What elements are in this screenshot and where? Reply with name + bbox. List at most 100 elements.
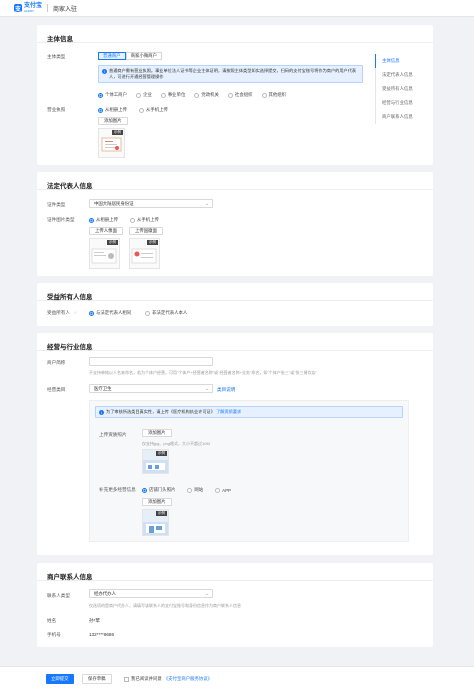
radio-dot (160, 92, 166, 98)
radio-website[interactable]: 网站 (187, 487, 203, 493)
contact-type-hint: 仅选项的是商户代办人，请填写该联系人的支付宝账号和身份信息作为商户联系人信息 (89, 603, 241, 608)
extra-info-label: 补充更多经营信息 (99, 487, 136, 492)
business-title: 经营与行业信息 (37, 333, 433, 351)
help-icon[interactable]: ○ (74, 310, 77, 315)
subject-card: 主体信息 主体类型 普通商户 商家小微商户 ! 普通商户需有营业执照。事业单位法… (37, 25, 433, 165)
radio-label: 从相册上传 (96, 217, 118, 222)
contact-title: 商户联系人信息 (37, 563, 433, 581)
radio-phone-upload[interactable]: 从手机上传 (129, 217, 159, 223)
radio-label: 非法定代表人本人 (152, 310, 188, 315)
tab-regular-merchant[interactable]: 普通商户 (98, 52, 126, 60)
section-nav: 主体信息 法定代表人信息 受益所有人信息 经营与行业信息 商户联系人信息 (375, 54, 413, 124)
top-bar: 支 支付宝 ALIPAY 商家入驻 (0, 0, 474, 17)
nav-contact-info[interactable]: 商户联系人信息 (375, 110, 413, 124)
contact-type-label: 联系人类型 (47, 593, 70, 598)
agreement-link[interactable]: 《支付宝商户服务协议》 (164, 676, 212, 682)
radio-dot (129, 217, 135, 223)
photo-source-radios: 从相册上传 从手机上传 (89, 217, 159, 223)
radio-social-org[interactable]: 社会组织 (227, 92, 253, 98)
short-name-input[interactable] (89, 357, 213, 366)
nav-legal-rep-info[interactable]: 法定代表人信息 (375, 68, 413, 82)
radio-not-legal-rep[interactable]: 非法定代表人本人 (145, 310, 187, 316)
sample-tag: 示例 (106, 240, 118, 245)
radio-storefront-photo[interactable]: 店铺门头照片 (142, 487, 175, 493)
add-license-image-button[interactable]: 添加图片 (98, 117, 128, 125)
save-draft-button[interactable]: 保存草稿 (82, 674, 112, 684)
category-help-link[interactable]: 类目说明 (217, 387, 235, 393)
radio-dot (135, 92, 141, 98)
extra-info-radios: 店铺门头照片 网站 APP (142, 487, 231, 493)
tab-small-merchant[interactable]: 商家小微商户 (125, 52, 162, 60)
sample-tag: 示例 (155, 511, 167, 516)
chevron-down-icon: ⌄ (204, 591, 209, 597)
contact-type-value: 经办代办人 (94, 590, 116, 596)
radio-dot (227, 92, 233, 98)
subject-notice: ! 普通商户需有营业执照。事业单位法人证书等企业主体证明，请按照主体类型如实选择… (98, 65, 363, 83)
agreement-prefix: 我已阅读并同意 (131, 676, 162, 681)
radio-dot (142, 487, 147, 493)
contact-name-label: 姓名 (47, 618, 57, 623)
divider (47, 4, 49, 12)
radio-label: 事业单位 (167, 92, 186, 97)
beneficiary-title: 受益所有人信息 (37, 283, 433, 301)
legal-rep-card: 法定代表人信息 证件类型 中国大陆居民身份证 ⌄ 证件图片类型 从相册上传 从手… (37, 172, 433, 276)
nav-business-info[interactable]: 经营与行业信息 (375, 96, 413, 110)
radio-label: 其他组织 (268, 92, 287, 97)
subject-title: 主体信息 (37, 25, 433, 43)
page-title: 商家入驻 (53, 6, 78, 13)
qualification-sample-image: 示例 (142, 449, 169, 474)
radio-label: 社会组织 (234, 92, 253, 97)
contact-type-select[interactable]: 经办代办人 ⌄ (89, 589, 213, 598)
nav-subject-info[interactable]: 主体信息 (375, 54, 413, 68)
logo-sub: ALIPAY (24, 9, 35, 13)
radio-app[interactable]: APP (215, 487, 231, 493)
radio-label: 企业 (142, 92, 152, 97)
radio-dot (194, 92, 200, 98)
checkbox-box (124, 676, 129, 682)
add-storefront-image-button[interactable]: 添加图片 (142, 498, 172, 506)
radio-album-upload[interactable]: 从相册上传 (98, 107, 127, 113)
chevron-down-icon: ⌄ (204, 201, 209, 207)
radio-public-institution[interactable]: 事业单位 (160, 92, 186, 98)
contact-name-value: 孙*苹 (89, 618, 100, 623)
alipay-logo-icon: 支 (14, 4, 22, 13)
radio-label: 从相册上传 (105, 107, 127, 112)
sample-tag: 示例 (155, 451, 167, 456)
qualification-panel: i 为了审核所选类目真实性，请上传《医疗机构执业许可证》 了解资质要求 上传资质… (89, 400, 409, 542)
merchant-type-tabs: 普通商户 商家小微商户 (98, 52, 162, 60)
short-name-hint: 不支持单纯以人名来命名，若为个体户经营，可用"个体户+经营者名称"或"经营者名称… (89, 370, 318, 375)
radio-same-as-legal-rep[interactable]: 与法定代表人相同 (89, 310, 131, 316)
agreement-checkbox[interactable]: 我已阅读并同意 《支付宝商户服务协议》 (124, 676, 212, 682)
nav-beneficiary-info[interactable]: 受益所有人信息 (375, 82, 413, 96)
upload-id-front-button[interactable]: 上传人像面 (89, 227, 123, 235)
radio-phone-upload[interactable]: 从手机上传 (138, 107, 168, 113)
radio-government[interactable]: 党政机关 (194, 92, 219, 98)
radio-dot (98, 107, 103, 113)
doc-type-label: 证件类型 (47, 202, 66, 207)
upload-id-back-button[interactable]: 上传国徽面 (129, 227, 163, 235)
radio-label: 店铺门头照片 (149, 487, 176, 492)
radio-label: 从手机上传 (136, 217, 159, 222)
radio-enterprise[interactable]: 企业 (135, 92, 152, 98)
id-back-sample-image: 示例 (129, 238, 160, 269)
submit-button[interactable]: 立即提交 (46, 674, 74, 684)
alipay-logo[interactable]: 支 支付宝 ALIPAY (14, 3, 42, 13)
doc-type-select[interactable]: 中国大陆居民身份证 ⌄ (89, 199, 213, 208)
radio-dot (98, 92, 103, 98)
license-sample-image: 示例 (98, 128, 125, 158)
radio-other-org[interactable]: 其他组织 (261, 92, 287, 98)
radio-individual[interactable]: 个体工商户 (98, 92, 127, 98)
info-icon: ! (102, 69, 107, 74)
short-name-label: 商户简称 (47, 360, 66, 365)
info-icon: i (99, 410, 104, 415)
qualification-requirements-link[interactable]: 了解资质要求 (216, 409, 241, 414)
radio-dot (261, 92, 267, 98)
category-select[interactable]: 医疗卫生 ⌄ (89, 384, 213, 393)
radio-dot (138, 107, 144, 113)
radio-label: 从手机上传 (145, 107, 168, 112)
radio-label: APP (222, 487, 231, 493)
radio-album-upload[interactable]: 从相册上传 (89, 217, 118, 223)
sample-tag: 示例 (146, 240, 158, 245)
add-qualification-image-button[interactable]: 添加图片 (142, 429, 172, 437)
beneficiary-card: 受益所有人信息 受益所有人 ○ 与法定代表人相同 非法定代表人本人 (37, 283, 433, 326)
